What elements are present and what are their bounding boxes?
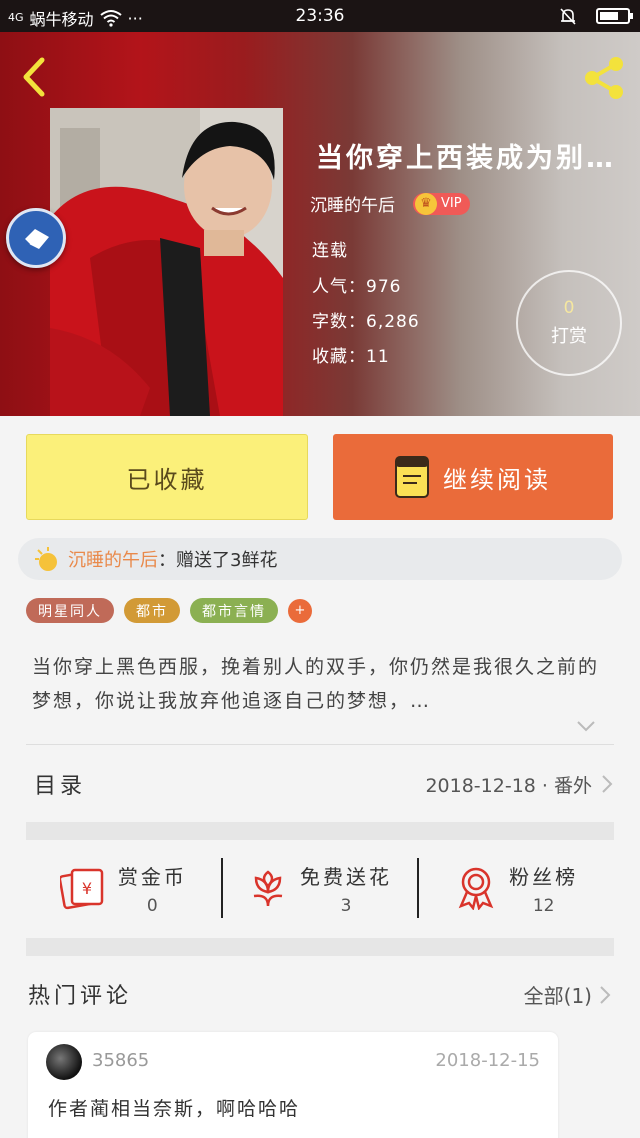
stat-value: 3	[340, 895, 352, 916]
all-comments-link[interactable]: 全部(1)	[524, 980, 612, 1009]
stat-value: 12	[532, 895, 555, 916]
stat-fans[interactable]: 粉丝榜 12	[419, 856, 614, 920]
gift-sender[interactable]: 沉睡的午后	[68, 546, 158, 572]
comment-text: 作者蔺相当奈斯，啊哈哈哈	[48, 1098, 301, 1120]
continue-reading-label: 继续阅读	[443, 465, 551, 494]
medal-icon	[458, 867, 494, 910]
toc-latest-chapter: 2018-12-18 · 番外	[425, 774, 592, 797]
book-word-count: 字数：6,286	[312, 312, 420, 332]
battery-level	[600, 12, 619, 20]
hand-shake-icon	[19, 229, 49, 249]
cover-illustration	[50, 108, 283, 416]
book-popularity: 人气：976	[312, 277, 402, 297]
book-cover-image[interactable]	[50, 108, 283, 416]
book-header: 当你穿上西装成为别… 沉睡的午后 ♛ VIP 连载 人气：976 字数：6,28…	[0, 32, 640, 416]
tip-label: 打赏	[551, 326, 587, 347]
chevron-right-icon	[602, 775, 613, 793]
tag-item[interactable]: 都市	[124, 598, 180, 623]
avatar[interactable]	[46, 1044, 82, 1080]
table-of-contents-row[interactable]: 目录 2018-12-18 · 番外	[26, 745, 614, 823]
stats-row: ¥ 赏金币 0 免费送花 3 粉丝榜 12	[26, 840, 614, 936]
stat-flowers[interactable]: 免费送花 3	[223, 856, 418, 920]
continue-reading-button[interactable]: 继续阅读	[333, 434, 613, 520]
stat-label: 粉丝榜	[509, 864, 579, 889]
crown-icon: ♛	[415, 192, 437, 215]
battery-icon	[596, 8, 633, 24]
add-tag-button[interactable]: +	[288, 598, 312, 623]
book-icon	[395, 456, 429, 498]
section-divider	[26, 822, 614, 840]
back-icon[interactable]	[14, 52, 54, 102]
gift-notice: 沉睡的午后 ：赠送了3鲜花	[18, 538, 622, 580]
red-envelope-icon: ¥	[59, 868, 104, 910]
stat-coins[interactable]: ¥ 赏金币 0	[26, 856, 221, 920]
tag-item[interactable]: 都市言情	[190, 598, 278, 623]
book-title: 当你穿上西装成为别…	[316, 143, 616, 174]
floating-assistant-button[interactable]	[6, 208, 66, 268]
tip-button[interactable]: 0 打赏	[516, 270, 622, 376]
section-divider	[26, 938, 614, 956]
tip-count: 0	[563, 298, 575, 318]
book-status: 连载	[312, 241, 348, 261]
stat-label: 赏金币	[117, 864, 187, 889]
stat-value: 0	[146, 895, 158, 916]
flower-burst-icon	[35, 547, 57, 571]
hot-comments-title: 热门评论	[28, 984, 133, 1009]
toc-label: 目录	[34, 774, 87, 799]
comment-card[interactable]: 35865 2018-12-15 作者蔺相当奈斯，啊哈哈哈	[28, 1032, 558, 1138]
flower-icon	[253, 870, 283, 907]
chevron-right-icon	[600, 985, 611, 1004]
stat-label: 免费送花	[300, 864, 392, 889]
collected-button[interactable]: 已收藏	[26, 434, 308, 520]
comment-user[interactable]: 35865	[92, 1050, 149, 1071]
chevron-down-icon[interactable]	[574, 718, 598, 734]
all-comments-label: 全部(1)	[523, 984, 592, 1008]
clock: 23:36	[295, 6, 345, 26]
svg-text:¥: ¥	[82, 879, 92, 898]
book-favorites: 收藏：11	[312, 347, 390, 367]
tag-list: 明星同人 都市 都市言情 +	[26, 598, 312, 623]
book-description: 当你穿上黑色西服，挽着别人的双手，你仍然是我很久之前的梦想，你说让我放弃他追逐自…	[32, 656, 600, 712]
author-name[interactable]: 沉睡的午后	[310, 191, 395, 216]
gift-text: ：赠送了3鲜花	[158, 550, 278, 571]
share-icon[interactable]	[578, 52, 630, 104]
tag-item[interactable]: 明星同人	[26, 598, 114, 623]
vip-badge: ♛ VIP	[413, 192, 470, 215]
mute-bell-icon	[560, 8, 576, 25]
collected-label: 已收藏	[126, 465, 208, 494]
author-row: 沉睡的午后 ♛ VIP	[310, 191, 470, 216]
comment-date: 2018-12-15	[435, 1050, 540, 1071]
vip-label: VIP	[441, 196, 462, 211]
status-bar: 4G 蜗牛移动 ··· 23:36	[0, 0, 640, 32]
